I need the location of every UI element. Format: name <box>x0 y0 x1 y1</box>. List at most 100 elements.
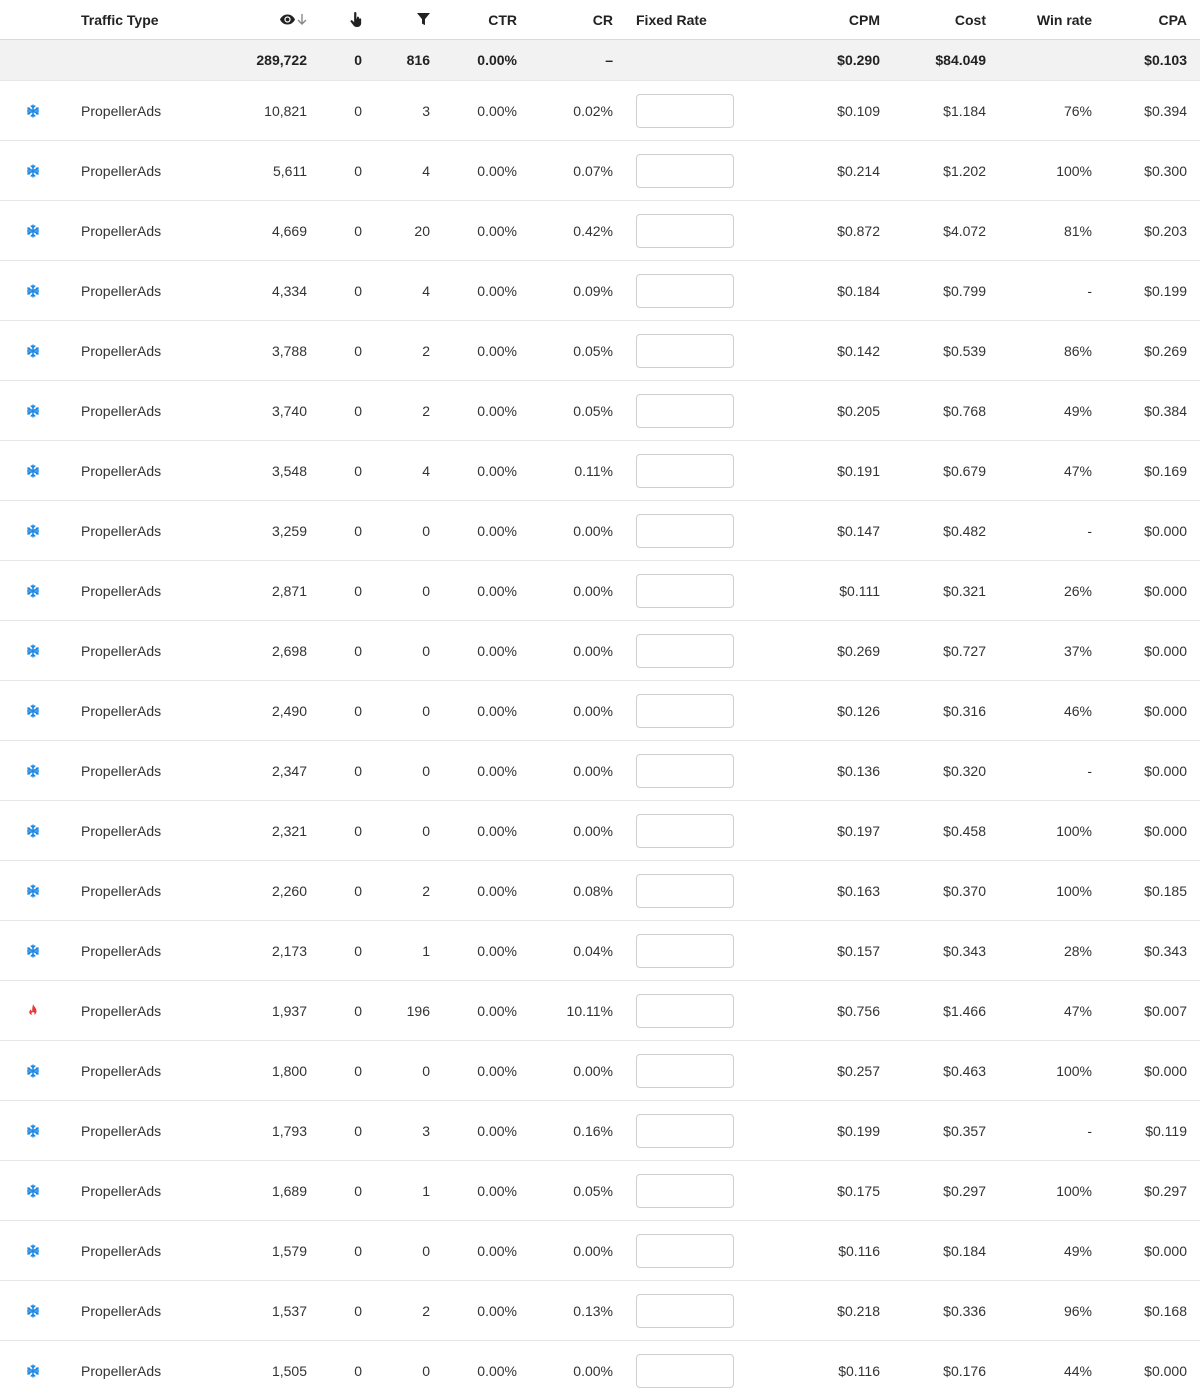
ctr-value: 0.00% <box>477 102 517 119</box>
cpa-value: $0.343 <box>1144 942 1187 959</box>
header-cpa[interactable]: CPA <box>1092 0 1187 39</box>
fixed-rate-input[interactable] <box>636 333 734 368</box>
impressions-value: 4,669 <box>271 222 307 239</box>
fixed-rate-input[interactable] <box>636 513 734 548</box>
clicks-value: 0 <box>354 1062 362 1079</box>
win-rate-value: 76% <box>1063 102 1092 119</box>
cost-value: $0.320 <box>943 762 986 779</box>
status-icon-cell <box>20 1281 46 1340</box>
table-row: PropellerAds 2,173 0 1 0.00% 0.04% $0.15… <box>0 921 1200 981</box>
fixed-rate-input[interactable] <box>636 1293 734 1328</box>
cpm-value: $0.257 <box>837 1062 880 1079</box>
conversions-value: 4 <box>422 282 430 299</box>
conversions-value: 4 <box>422 462 430 479</box>
header-ctr[interactable]: CTR <box>430 0 517 39</box>
fixed-rate-input[interactable] <box>636 273 734 308</box>
fixed-rate-input[interactable] <box>636 1053 734 1088</box>
impressions-value: 1,800 <box>271 1062 307 1079</box>
fixed-rate-cell <box>636 1161 746 1220</box>
table-row: PropellerAds 4,669 0 20 0.00% 0.42% $0.8… <box>0 201 1200 261</box>
table-row: PropellerAds 3,548 0 4 0.00% 0.11% $0.19… <box>0 441 1200 501</box>
header-cr[interactable]: CR <box>517 0 613 39</box>
arrow-down-icon[interactable] <box>297 13 307 26</box>
cr-value: 0.05% <box>573 402 613 419</box>
impressions-value: 1,537 <box>271 1302 307 1319</box>
cost-value: $0.176 <box>943 1362 986 1379</box>
header-fixed-rate[interactable]: Fixed Rate <box>636 0 746 39</box>
cost-value: $0.357 <box>943 1122 986 1139</box>
conversions-value: 2 <box>422 1302 430 1319</box>
win-rate-value: 26% <box>1063 582 1092 599</box>
fixed-rate-input[interactable] <box>636 933 734 968</box>
ctr-value: 0.00% <box>477 1062 517 1079</box>
snowflake-icon <box>26 403 40 418</box>
header-cost[interactable]: Cost <box>880 0 986 39</box>
impressions-value: 2,871 <box>271 582 307 599</box>
fixed-rate-input[interactable] <box>636 393 734 428</box>
status-icon-cell <box>20 81 46 140</box>
fixed-rate-input[interactable] <box>636 873 734 908</box>
fixed-rate-input[interactable] <box>636 1173 734 1208</box>
fixed-rate-input[interactable] <box>636 1113 734 1148</box>
clicks-value: 0 <box>354 282 362 299</box>
header-win-rate[interactable]: Win rate <box>986 0 1092 39</box>
fixed-rate-input[interactable] <box>636 693 734 728</box>
win-rate-value: 100% <box>1056 882 1092 899</box>
ctr-value: 0.00% <box>477 522 517 539</box>
fixed-rate-cell <box>636 501 746 560</box>
cpm-value: $0.191 <box>837 462 880 479</box>
cr-value: 0.00% <box>573 1362 613 1379</box>
win-rate-value: 100% <box>1056 1062 1092 1079</box>
ctr-value: 0.00% <box>477 462 517 479</box>
fixed-rate-input[interactable] <box>636 93 734 128</box>
table-row: PropellerAds 1,537 0 2 0.00% 0.13% $0.21… <box>0 1281 1200 1341</box>
fixed-rate-cell <box>636 1221 746 1280</box>
clicks-value: 0 <box>354 462 362 479</box>
traffic-type: PropellerAds <box>81 1242 162 1259</box>
header-impressions[interactable] <box>210 0 307 39</box>
fixed-rate-input[interactable] <box>636 453 734 488</box>
status-icon-cell <box>20 561 46 620</box>
header-traffic-type[interactable]: Traffic Type <box>81 0 221 39</box>
impressions-value: 3,740 <box>271 402 307 419</box>
header-cpm[interactable]: CPM <box>760 0 880 39</box>
status-icon-cell <box>20 321 46 380</box>
cr-value: 0.07% <box>573 162 613 179</box>
cost-value: $0.768 <box>943 402 986 419</box>
ctr-value: 0.00% <box>477 282 517 299</box>
fixed-rate-input[interactable] <box>636 813 734 848</box>
fixed-rate-input[interactable] <box>636 1233 734 1268</box>
cpm-value: $0.205 <box>837 402 880 419</box>
cost-value: $4.072 <box>943 222 986 239</box>
table-body: PropellerAds 10,821 0 3 0.00% 0.02% $0.1… <box>0 81 1200 1395</box>
ctr-value: 0.00% <box>477 762 517 779</box>
cpa-value: $0.000 <box>1144 822 1187 839</box>
fixed-rate-input[interactable] <box>636 213 734 248</box>
snowflake-icon <box>26 1183 40 1198</box>
impressions-value: 4,334 <box>271 282 307 299</box>
cr-value: 0.16% <box>573 1122 613 1139</box>
win-rate-value: 47% <box>1063 1002 1092 1019</box>
clicks-value: 0 <box>354 702 362 719</box>
impressions-value: 1,793 <box>271 1122 307 1139</box>
fixed-rate-input[interactable] <box>636 753 734 788</box>
clicks-value: 0 <box>354 762 362 779</box>
header-clicks[interactable] <box>320 0 362 39</box>
conversions-value: 20 <box>414 222 430 239</box>
fixed-rate-input[interactable] <box>636 153 734 188</box>
fixed-rate-input[interactable] <box>636 993 734 1028</box>
cr-value: 0.04% <box>573 942 613 959</box>
traffic-type: PropellerAds <box>81 702 162 719</box>
cpm-value: $0.147 <box>837 522 880 539</box>
fixed-rate-input[interactable] <box>636 573 734 608</box>
cost-value: $0.316 <box>943 702 986 719</box>
win-rate-value: 37% <box>1063 642 1092 659</box>
fixed-rate-input[interactable] <box>636 633 734 668</box>
cost-value: $0.799 <box>943 282 986 299</box>
conversions-value: 4 <box>422 162 430 179</box>
fixed-rate-input[interactable] <box>636 1353 734 1388</box>
table-row: PropellerAds 2,347 0 0 0.00% 0.00% $0.13… <box>0 741 1200 801</box>
traffic-type: PropellerAds <box>81 762 162 779</box>
header-conversions[interactable] <box>370 0 430 39</box>
cr-value: 0.00% <box>573 1242 613 1259</box>
